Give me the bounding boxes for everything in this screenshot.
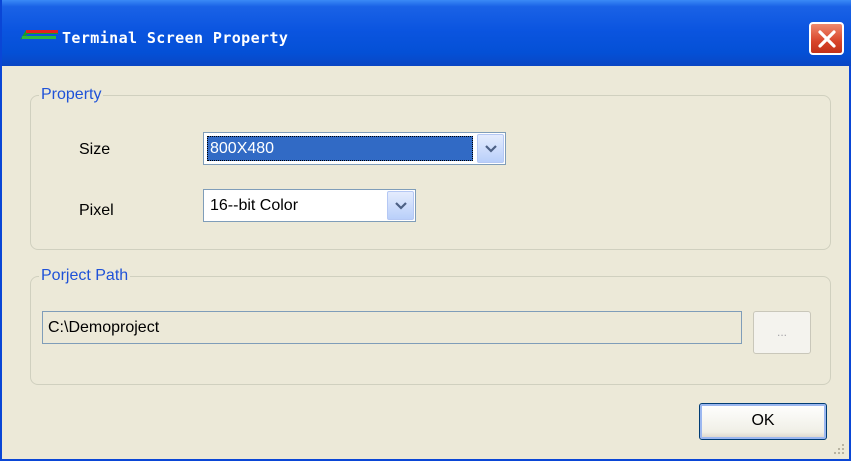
project-path-field[interactable]: C:\Demoproject bbox=[42, 311, 742, 344]
property-legend: Property bbox=[41, 86, 102, 103]
title-bar[interactable]: Terminal Screen Property bbox=[2, 0, 851, 66]
pixel-dropdown-button[interactable] bbox=[387, 191, 414, 220]
dialog-window: Terminal Screen Property Property Size 8… bbox=[0, 0, 851, 461]
size-select-value: 800X480 bbox=[207, 136, 473, 161]
close-icon bbox=[818, 30, 836, 48]
chevron-down-icon bbox=[485, 145, 497, 153]
window-title: Terminal Screen Property bbox=[62, 29, 289, 47]
close-button[interactable] bbox=[809, 22, 844, 55]
pixel-select[interactable]: 16--bit Color bbox=[203, 189, 416, 222]
size-dropdown-button[interactable] bbox=[477, 134, 504, 163]
size-label: Size bbox=[79, 141, 111, 158]
browse-button[interactable]: ... bbox=[753, 311, 811, 354]
pixel-select-value: 16--bit Color bbox=[210, 197, 299, 214]
size-select[interactable]: 800X480 bbox=[203, 132, 506, 165]
project-path-legend: Porject Path bbox=[41, 267, 129, 284]
ok-button[interactable]: OK bbox=[699, 403, 827, 440]
pixel-label: Pixel bbox=[79, 202, 114, 219]
app-icon bbox=[20, 30, 58, 40]
resize-grip-icon[interactable] bbox=[833, 443, 845, 455]
chevron-down-icon bbox=[395, 202, 407, 210]
property-group: Property bbox=[30, 86, 831, 250]
